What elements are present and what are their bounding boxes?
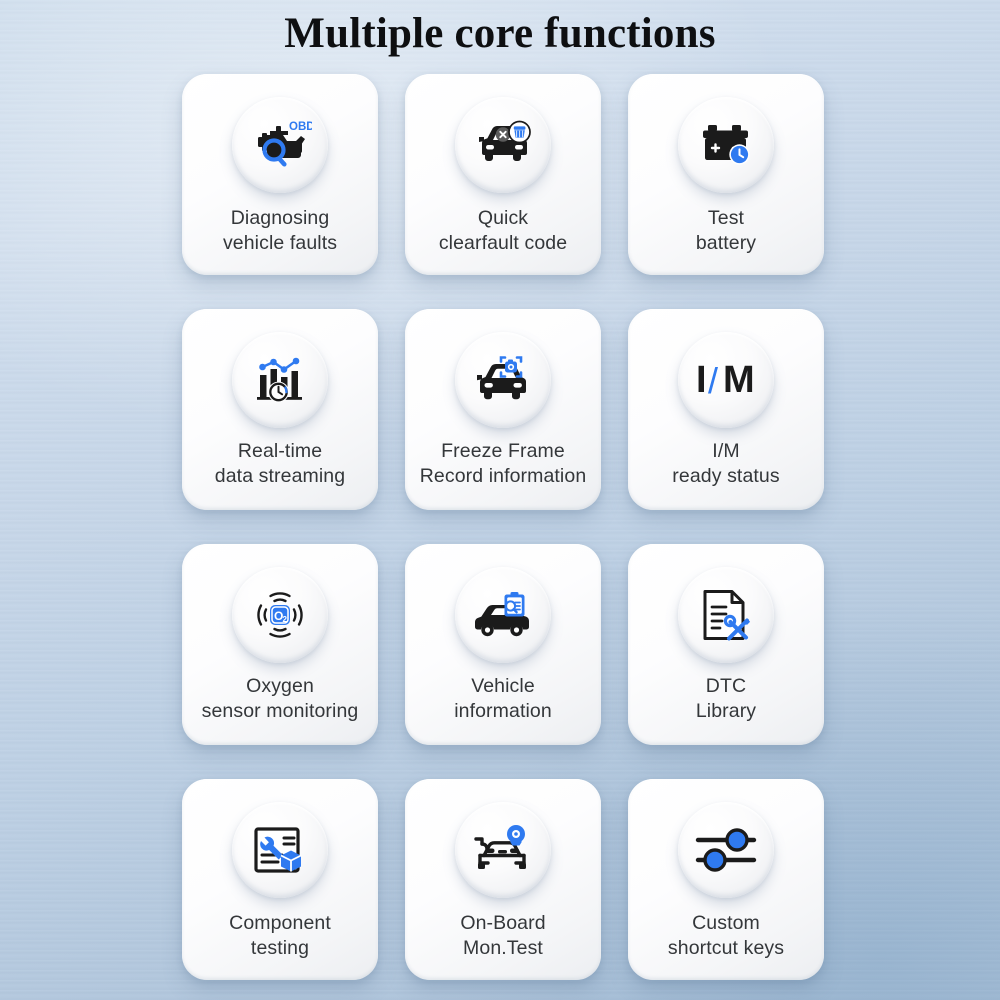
document-tools-icon bbox=[699, 586, 753, 644]
car-clear-fault-brush-icon bbox=[472, 119, 534, 171]
feature-card-dtc-library[interactable]: DTC Library bbox=[628, 544, 824, 745]
feature-card-grid: OBD Diagnosing vehicle faults Quick clea… bbox=[182, 74, 824, 980]
feature-grid-page: Multiple core functions OBD Diagnosing v… bbox=[0, 0, 1000, 1000]
icon-disc bbox=[232, 332, 328, 428]
battery-clock-icon bbox=[696, 119, 756, 171]
feature-card-on-board-mon-test[interactable]: On-Board Mon.Test bbox=[405, 779, 601, 980]
document-wrench-box-icon bbox=[251, 824, 309, 876]
icon-disc bbox=[455, 802, 551, 898]
svg-text:I: I bbox=[696, 359, 707, 401]
icon-disc bbox=[455, 567, 551, 663]
icon-disc: I / M bbox=[678, 332, 774, 428]
o2-sensor-signal-icon: O 2 bbox=[250, 585, 310, 645]
feature-card-label: Oxygen sensor monitoring bbox=[201, 675, 359, 722]
feature-card-quick-clearfault-code[interactable]: Quick clearfault code bbox=[405, 74, 601, 275]
engine-obd-scan-icon: OBD bbox=[248, 117, 312, 173]
feature-card-component-testing[interactable]: Component testing bbox=[182, 779, 378, 980]
icon-disc: OBD bbox=[232, 97, 328, 193]
icon-disc: O 2 bbox=[232, 567, 328, 663]
svg-text:OBD: OBD bbox=[289, 121, 312, 133]
feature-card-label: Component testing bbox=[229, 912, 331, 959]
feature-card-label: On-Board Mon.Test bbox=[460, 912, 546, 959]
feature-card-label: Vehicle information bbox=[454, 675, 552, 722]
feature-card-diagnosing-vehicle-faults[interactable]: OBD Diagnosing vehicle faults bbox=[182, 74, 378, 275]
svg-text:2: 2 bbox=[283, 615, 288, 624]
icon-disc bbox=[455, 332, 551, 428]
feature-card-label: Real-time data streaming bbox=[214, 440, 346, 487]
feature-card-custom-shortcut-keys[interactable]: Custom shortcut keys bbox=[628, 779, 824, 980]
feature-card-label: Test battery bbox=[695, 207, 757, 254]
bar-chart-line-clock-icon bbox=[251, 353, 309, 407]
feature-card-label: Freeze Frame Record information bbox=[419, 440, 587, 487]
feature-card-label: Custom shortcut keys bbox=[667, 912, 785, 959]
feature-card-label: I/M ready status bbox=[672, 440, 780, 487]
icon-disc bbox=[678, 97, 774, 193]
car-monitor-camera-icon bbox=[472, 824, 534, 876]
icon-disc bbox=[678, 567, 774, 663]
icon-disc bbox=[455, 97, 551, 193]
feature-card-real-time-data-streaming[interactable]: Real-time data streaming bbox=[182, 309, 378, 510]
feature-card-label: DTC Library bbox=[695, 675, 757, 722]
icon-disc bbox=[232, 802, 328, 898]
icon-disc bbox=[678, 802, 774, 898]
svg-text:M: M bbox=[723, 359, 755, 401]
sliders-settings-icon bbox=[694, 827, 758, 873]
page-title: Multiple core functions bbox=[284, 10, 716, 57]
feature-card-label: Quick clearfault code bbox=[438, 207, 568, 254]
feature-card-vehicle-information[interactable]: Vehicle information bbox=[405, 544, 601, 745]
feature-card-test-battery[interactable]: Test battery bbox=[628, 74, 824, 275]
car-clipboard-info-icon bbox=[471, 589, 535, 641]
feature-card-im-ready-status[interactable]: I / M I/M ready status bbox=[628, 309, 824, 510]
feature-card-freeze-frame-record-information[interactable]: Freeze Frame Record information bbox=[405, 309, 601, 510]
car-camera-frame-icon bbox=[472, 354, 534, 406]
im-text-icon: I / M bbox=[693, 358, 759, 402]
feature-card-oxygen-sensor-monitoring[interactable]: O 2 Oxygen sensor monitoring bbox=[182, 544, 378, 745]
feature-card-label: Diagnosing vehicle faults bbox=[222, 207, 338, 254]
svg-text:/: / bbox=[708, 360, 718, 401]
